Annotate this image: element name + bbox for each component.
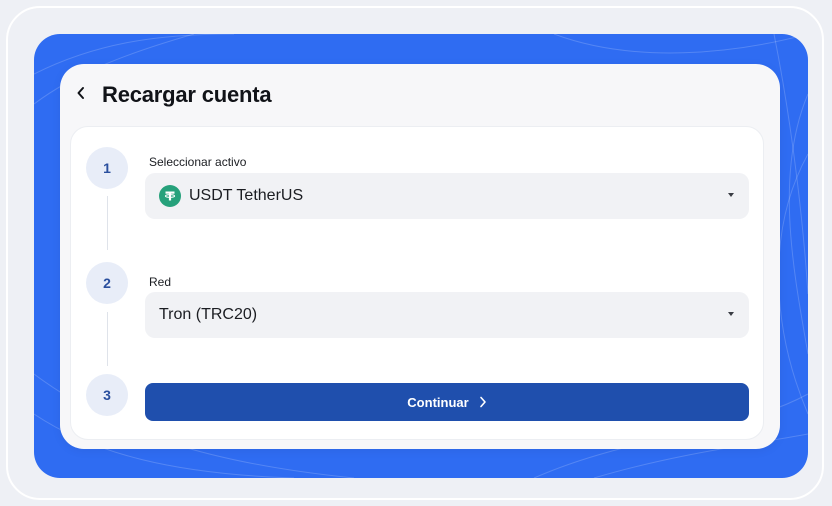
step-connector-2 bbox=[107, 312, 108, 366]
page-title: Recargar cuenta bbox=[102, 82, 272, 107]
caret-down-icon bbox=[728, 312, 734, 316]
network-label: Red bbox=[149, 275, 172, 289]
network-select[interactable]: Tron (TRC20) bbox=[145, 292, 749, 338]
asset-label: Seleccionar activo bbox=[149, 155, 247, 169]
continue-button-label: Continuar bbox=[407, 394, 469, 410]
back-button[interactable] bbox=[66, 80, 96, 110]
chevron-left-icon bbox=[76, 86, 86, 105]
asset-select[interactable]: USDT TetherUS bbox=[145, 173, 749, 219]
tether-icon bbox=[159, 185, 181, 207]
step-1-indicator: 1 bbox=[86, 147, 128, 189]
step-3-indicator: 3 bbox=[86, 374, 128, 416]
continue-button[interactable]: Continuar bbox=[145, 383, 749, 421]
chevron-right-icon bbox=[479, 396, 487, 408]
step-connector-1 bbox=[107, 196, 108, 250]
asset-select-value: USDT TetherUS bbox=[189, 187, 304, 204]
caret-down-icon bbox=[728, 193, 734, 197]
header: Recargar cuenta bbox=[66, 80, 272, 110]
step-2-indicator: 2 bbox=[86, 262, 128, 304]
network-select-value: Tron (TRC20) bbox=[159, 306, 258, 323]
